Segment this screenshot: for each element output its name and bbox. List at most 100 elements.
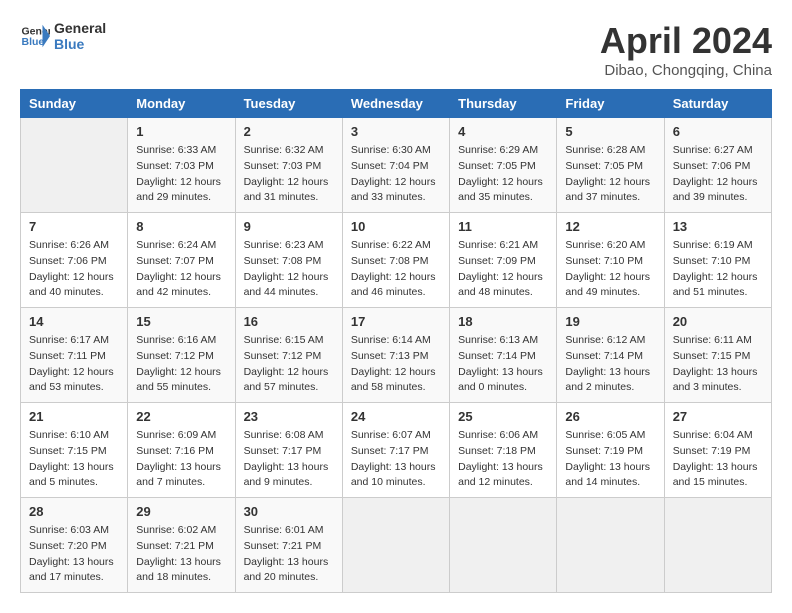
calendar-cell: 21Sunrise: 6:10 AMSunset: 7:15 PMDayligh… [21, 403, 128, 498]
day-info: Sunrise: 6:06 AMSunset: 7:18 PMDaylight:… [458, 428, 548, 491]
header-wednesday: Wednesday [342, 90, 449, 118]
day-number: 25 [458, 409, 548, 424]
day-number: 13 [673, 219, 763, 234]
day-number: 1 [136, 124, 226, 139]
calendar-cell: 5 Sunrise: 6:28 AMSunset: 7:05 PMDaylight… [557, 118, 664, 213]
calendar-cell: 13 Sunrise: 6:19 AMSunset: 7:10 PMDayligh… [664, 213, 771, 308]
calendar-cell: 22 Sunrise: 6:09 AMSunset: 7:16 PMDayligh… [128, 403, 235, 498]
calendar-cell: 10 Sunrise: 6:22 AMSunset: 7:08 PMDayligh… [342, 213, 449, 308]
day-number: 11 [458, 219, 548, 234]
day-info: Sunrise: 6:23 AMSunset: 7:08 PMDaylight:… [244, 238, 334, 301]
calendar-cell [664, 498, 771, 593]
day-info: Sunrise: 6:21 AMSunset: 7:09 PMDaylight:… [458, 238, 548, 301]
calendar-cell: 15 Sunrise: 6:16 AMSunset: 7:12 PMDayligh… [128, 308, 235, 403]
calendar-cell: 18 Sunrise: 6:13 AMSunset: 7:14 PMDayligh… [450, 308, 557, 403]
calendar-cell: 29Sunrise: 6:02 AMSunset: 7:21 PMDayligh… [128, 498, 235, 593]
calendar-cell [450, 498, 557, 593]
calendar-body: 1 Sunrise: 6:33 AMSunset: 7:03 PMDaylight… [21, 118, 772, 593]
calendar-cell: 12 Sunrise: 6:20 AMSunset: 7:10 PMDayligh… [557, 213, 664, 308]
day-info: Sunrise: 6:09 AMSunset: 7:16 PMDaylight:… [136, 428, 226, 491]
header-monday: Monday [128, 90, 235, 118]
logo: General Blue General Blue [20, 20, 106, 52]
calendar-cell: 1 Sunrise: 6:33 AMSunset: 7:03 PMDaylight… [128, 118, 235, 213]
day-number: 21 [29, 409, 119, 424]
day-number: 2 [244, 124, 334, 139]
calendar-cell: 11 Sunrise: 6:21 AMSunset: 7:09 PMDayligh… [450, 213, 557, 308]
day-info: Sunrise: 6:04 AMSunset: 7:19 PMDaylight:… [673, 428, 763, 491]
week-row-5: 28 Sunrise: 6:03 AMSunset: 7:20 PMDayligh… [21, 498, 772, 593]
day-info: Sunrise: 6:12 AMSunset: 7:14 PMDaylight:… [565, 333, 655, 396]
day-number: 4 [458, 124, 548, 139]
day-number: 9 [244, 219, 334, 234]
location: Dibao, Chongqing, China [600, 62, 772, 79]
day-number: 19 [565, 314, 655, 329]
day-number: 30 [244, 504, 334, 519]
calendar-cell: 14 Sunrise: 6:17 AMSunset: 7:11 PMDayligh… [21, 308, 128, 403]
day-info: Sunrise: 6:08 AMSunset: 7:17 PMDaylight:… [244, 428, 334, 491]
calendar-cell: 7Sunrise: 6:26 AMSunset: 7:06 PMDaylight… [21, 213, 128, 308]
day-number: 23 [244, 409, 334, 424]
calendar-table: SundayMondayTuesdayWednesdayThursdayFrid… [20, 89, 772, 593]
day-number: 26 [565, 409, 655, 424]
page-header: General Blue General Blue April 2024 Dib… [20, 20, 772, 79]
day-info: Sunrise: 6:13 AMSunset: 7:14 PMDaylight:… [458, 333, 548, 396]
calendar-cell: 8 Sunrise: 6:24 AMSunset: 7:07 PMDaylight… [128, 213, 235, 308]
logo-line1: General [54, 20, 106, 36]
day-number: 24 [351, 409, 441, 424]
day-info: Sunrise: 6:19 AMSunset: 7:10 PMDaylight:… [673, 238, 763, 301]
day-number: 15 [136, 314, 226, 329]
calendar-cell: 23 Sunrise: 6:08 AMSunset: 7:17 PMDayligh… [235, 403, 342, 498]
calendar-cell [21, 118, 128, 213]
day-number: 14 [29, 314, 119, 329]
day-info: Sunrise: 6:30 AMSunset: 7:04 PMDaylight:… [351, 143, 441, 206]
calendar-cell: 4 Sunrise: 6:29 AMSunset: 7:05 PMDaylight… [450, 118, 557, 213]
day-number: 10 [351, 219, 441, 234]
day-number: 28 [29, 504, 119, 519]
week-row-4: 21Sunrise: 6:10 AMSunset: 7:15 PMDayligh… [21, 403, 772, 498]
day-number: 22 [136, 409, 226, 424]
day-info: Sunrise: 6:22 AMSunset: 7:08 PMDaylight:… [351, 238, 441, 301]
month-title: April 2024 [600, 20, 772, 62]
week-row-3: 14 Sunrise: 6:17 AMSunset: 7:11 PMDayligh… [21, 308, 772, 403]
day-info: Sunrise: 6:17 AMSunset: 7:11 PMDaylight:… [29, 333, 119, 396]
day-info: Sunrise: 6:27 AMSunset: 7:06 PMDaylight:… [673, 143, 763, 206]
day-number: 8 [136, 219, 226, 234]
header-friday: Friday [557, 90, 664, 118]
logo-line2: Blue [54, 36, 106, 52]
calendar-cell: 28 Sunrise: 6:03 AMSunset: 7:20 PMDayligh… [21, 498, 128, 593]
header-thursday: Thursday [450, 90, 557, 118]
day-info: Sunrise: 6:15 AMSunset: 7:12 PMDaylight:… [244, 333, 334, 396]
day-number: 27 [673, 409, 763, 424]
day-info: Sunrise: 6:29 AMSunset: 7:05 PMDaylight:… [458, 143, 548, 206]
day-number: 5 [565, 124, 655, 139]
svg-text:Blue: Blue [22, 36, 45, 48]
header-saturday: Saturday [664, 90, 771, 118]
day-info: Sunrise: 6:16 AMSunset: 7:12 PMDaylight:… [136, 333, 226, 396]
calendar-cell: 27 Sunrise: 6:04 AMSunset: 7:19 PMDayligh… [664, 403, 771, 498]
day-number: 3 [351, 124, 441, 139]
day-info: Sunrise: 6:24 AMSunset: 7:07 PMDaylight:… [136, 238, 226, 301]
day-info: Sunrise: 6:28 AMSunset: 7:05 PMDaylight:… [565, 143, 655, 206]
day-number: 18 [458, 314, 548, 329]
day-info: Sunrise: 6:03 AMSunset: 7:20 PMDaylight:… [29, 523, 119, 586]
day-info: Sunrise: 6:33 AMSunset: 7:03 PMDaylight:… [136, 143, 226, 206]
day-info: Sunrise: 6:01 AMSunset: 7:21 PMDaylight:… [244, 523, 334, 586]
header-sunday: Sunday [21, 90, 128, 118]
day-number: 12 [565, 219, 655, 234]
calendar-cell: 20 Sunrise: 6:11 AMSunset: 7:15 PMDayligh… [664, 308, 771, 403]
week-row-2: 7Sunrise: 6:26 AMSunset: 7:06 PMDaylight… [21, 213, 772, 308]
calendar-cell: 6Sunrise: 6:27 AMSunset: 7:06 PMDaylight… [664, 118, 771, 213]
calendar-cell: 26Sunrise: 6:05 AMSunset: 7:19 PMDayligh… [557, 403, 664, 498]
day-number: 29 [136, 504, 226, 519]
day-info: Sunrise: 6:20 AMSunset: 7:10 PMDaylight:… [565, 238, 655, 301]
logo-icon: General Blue [20, 21, 50, 51]
calendar-cell: 19 Sunrise: 6:12 AMSunset: 7:14 PMDayligh… [557, 308, 664, 403]
day-info: Sunrise: 6:11 AMSunset: 7:15 PMDaylight:… [673, 333, 763, 396]
calendar-cell: 3 Sunrise: 6:30 AMSunset: 7:04 PMDaylight… [342, 118, 449, 213]
calendar-cell: 30 Sunrise: 6:01 AMSunset: 7:21 PMDayligh… [235, 498, 342, 593]
title-block: April 2024 Dibao, Chongqing, China [600, 20, 772, 79]
calendar-cell: 9 Sunrise: 6:23 AMSunset: 7:08 PMDaylight… [235, 213, 342, 308]
calendar-cell [342, 498, 449, 593]
day-number: 20 [673, 314, 763, 329]
calendar-cell: 25 Sunrise: 6:06 AMSunset: 7:18 PMDayligh… [450, 403, 557, 498]
